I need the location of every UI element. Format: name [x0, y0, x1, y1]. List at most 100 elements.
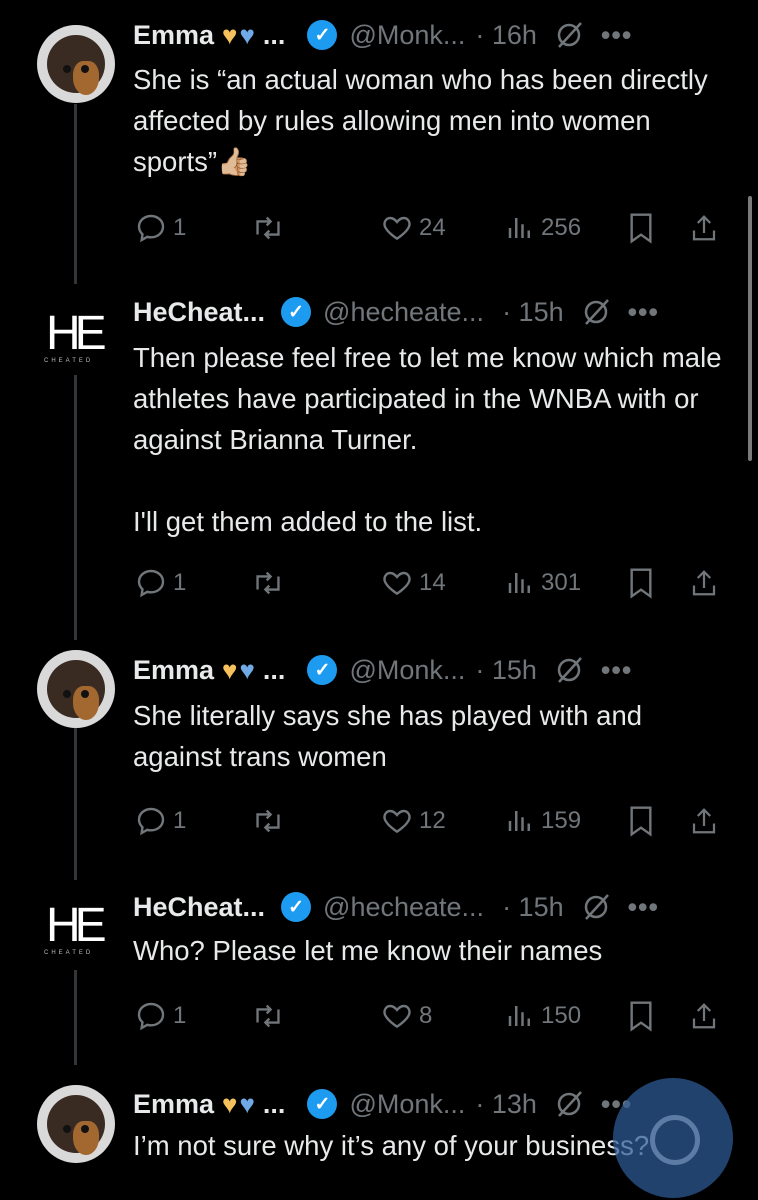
heart-icon [383, 216, 411, 241]
repost-button[interactable] [251, 210, 285, 246]
bookmark-icon [630, 1001, 652, 1032]
tweet[interactable]: HE CHEATED HeCheat... ✓ @hecheate... · 1… [0, 880, 758, 1060]
logo-subtext: CHEATED [44, 950, 94, 956]
verified-badge-icon: ✓ [307, 1089, 338, 1119]
avatar[interactable] [37, 650, 115, 728]
author-name[interactable]: Emma [133, 1089, 214, 1120]
author-handle[interactable]: @Monk... [349, 20, 465, 51]
like-button[interactable]: 12 [381, 803, 446, 839]
timestamp[interactable]: · 16h [475, 20, 537, 51]
share-icon [692, 808, 716, 834]
bookmark-button[interactable] [627, 565, 655, 601]
grok-icon[interactable] [582, 298, 610, 326]
more-options-icon[interactable]: ••• [601, 655, 632, 686]
reply-count: 1 [173, 569, 187, 596]
grok-icon[interactable] [555, 21, 583, 49]
author-handle[interactable]: @hecheate... [323, 297, 484, 328]
timestamp[interactable]: · 15h [502, 892, 564, 923]
heart-icon [383, 1004, 411, 1029]
blue-heart-icon: ♥ [239, 20, 255, 50]
share-button[interactable] [689, 803, 719, 839]
views-icon [508, 811, 530, 831]
reply-count: 1 [173, 1002, 187, 1029]
floating-action-button[interactable] [613, 1078, 733, 1198]
like-button[interactable]: 24 [381, 210, 446, 246]
author-handle[interactable]: @hecheate... [323, 892, 484, 923]
tweet[interactable]: Emma ♥ ♥ ... ✓ @Monk... · 16h ••• She is … [0, 0, 758, 270]
views-icon [508, 218, 530, 238]
timestamp[interactable]: · 15h [502, 297, 564, 328]
bookmark-icon [630, 213, 652, 244]
scrollbar[interactable] [748, 196, 752, 461]
verified-badge-icon: ✓ [281, 297, 312, 327]
more-options-icon[interactable]: ••• [628, 297, 659, 328]
timestamp[interactable]: · 13h [475, 1089, 537, 1120]
name-ellipsis: ... [262, 1088, 286, 1119]
author-name[interactable]: Emma [133, 20, 214, 51]
share-button[interactable] [689, 210, 719, 246]
reply-button[interactable]: 1 [135, 803, 186, 839]
share-button[interactable] [689, 998, 719, 1034]
like-button[interactable]: 8 [381, 998, 432, 1034]
reply-button[interactable]: 1 [135, 210, 186, 246]
yellow-heart-icon: ♥ [222, 20, 238, 50]
reply-icon [137, 807, 165, 836]
author-name[interactable]: HeCheat... [133, 892, 265, 923]
repost-button[interactable] [251, 998, 285, 1034]
avatar[interactable] [37, 25, 115, 103]
grok-icon[interactable] [555, 1090, 583, 1118]
reply-button[interactable]: 1 [135, 998, 186, 1034]
yellow-heart-icon: ♥ [222, 1089, 238, 1119]
share-icon [692, 215, 716, 241]
reply-count: 1 [173, 807, 187, 834]
heart-icon [383, 571, 411, 596]
repost-button[interactable] [251, 565, 285, 601]
he-cheated-logo[interactable]: HE CHEATED [40, 306, 110, 376]
tweet[interactable]: Emma ♥ ♥ ... ✓ @Monk... · 15h ••• She lit… [0, 640, 758, 860]
bookmark-button[interactable] [627, 998, 655, 1034]
views-icon [508, 1006, 530, 1026]
logo-text: HE [46, 307, 107, 360]
bookmark-button[interactable] [627, 803, 655, 839]
bookmark-button[interactable] [627, 210, 655, 246]
blue-heart-icon: ♥ [239, 1089, 255, 1119]
more-options-icon[interactable]: ••• [601, 20, 632, 51]
author-handle[interactable]: @Monk... [349, 655, 465, 686]
views-button[interactable]: 256 [505, 210, 581, 246]
like-count: 12 [419, 807, 446, 834]
name-ellipsis: ... [262, 19, 286, 50]
author-handle[interactable]: @Monk... [349, 1089, 465, 1120]
share-icon [692, 1003, 716, 1029]
share-icon [692, 570, 716, 596]
verified-badge-icon: ✓ [307, 655, 338, 685]
views-icon [508, 573, 530, 593]
views-button[interactable]: 150 [505, 998, 581, 1034]
he-cheated-logo[interactable]: HE CHEATED [40, 898, 110, 968]
logo-text: HE [46, 899, 107, 952]
tweet-text: Then please feel free to let me know whi… [133, 337, 733, 542]
grok-icon[interactable] [582, 893, 610, 921]
tweet-text: She is “an actual woman who has been dir… [133, 64, 708, 177]
views-button[interactable]: 159 [505, 803, 581, 839]
verified-badge-icon: ✓ [281, 892, 312, 922]
author-name[interactable]: Emma [133, 655, 214, 686]
verified-badge-icon: ✓ [307, 20, 338, 50]
share-button[interactable] [689, 565, 719, 601]
tweet-paragraph: Then please feel free to let me know whi… [133, 342, 722, 455]
author-name[interactable]: HeCheat... [133, 297, 265, 328]
views-count: 256 [541, 214, 582, 241]
views-button[interactable]: 301 [505, 565, 581, 601]
timestamp[interactable]: · 15h [475, 655, 537, 686]
avatar[interactable] [37, 1085, 115, 1163]
reply-button[interactable]: 1 [135, 565, 186, 601]
name-ellipsis: ... [262, 654, 286, 685]
yellow-heart-icon: ♥ [222, 655, 238, 685]
tweet-paragraph: I'll get them added to the list. [133, 506, 483, 537]
reply-count: 1 [173, 214, 187, 241]
tweet[interactable]: HE CHEATED HeCheat... ✓ @hecheate... · 1… [0, 290, 758, 630]
repost-icon [256, 809, 280, 833]
like-button[interactable]: 14 [381, 565, 446, 601]
more-options-icon[interactable]: ••• [628, 892, 659, 923]
repost-button[interactable] [251, 803, 285, 839]
grok-icon[interactable] [555, 656, 583, 684]
